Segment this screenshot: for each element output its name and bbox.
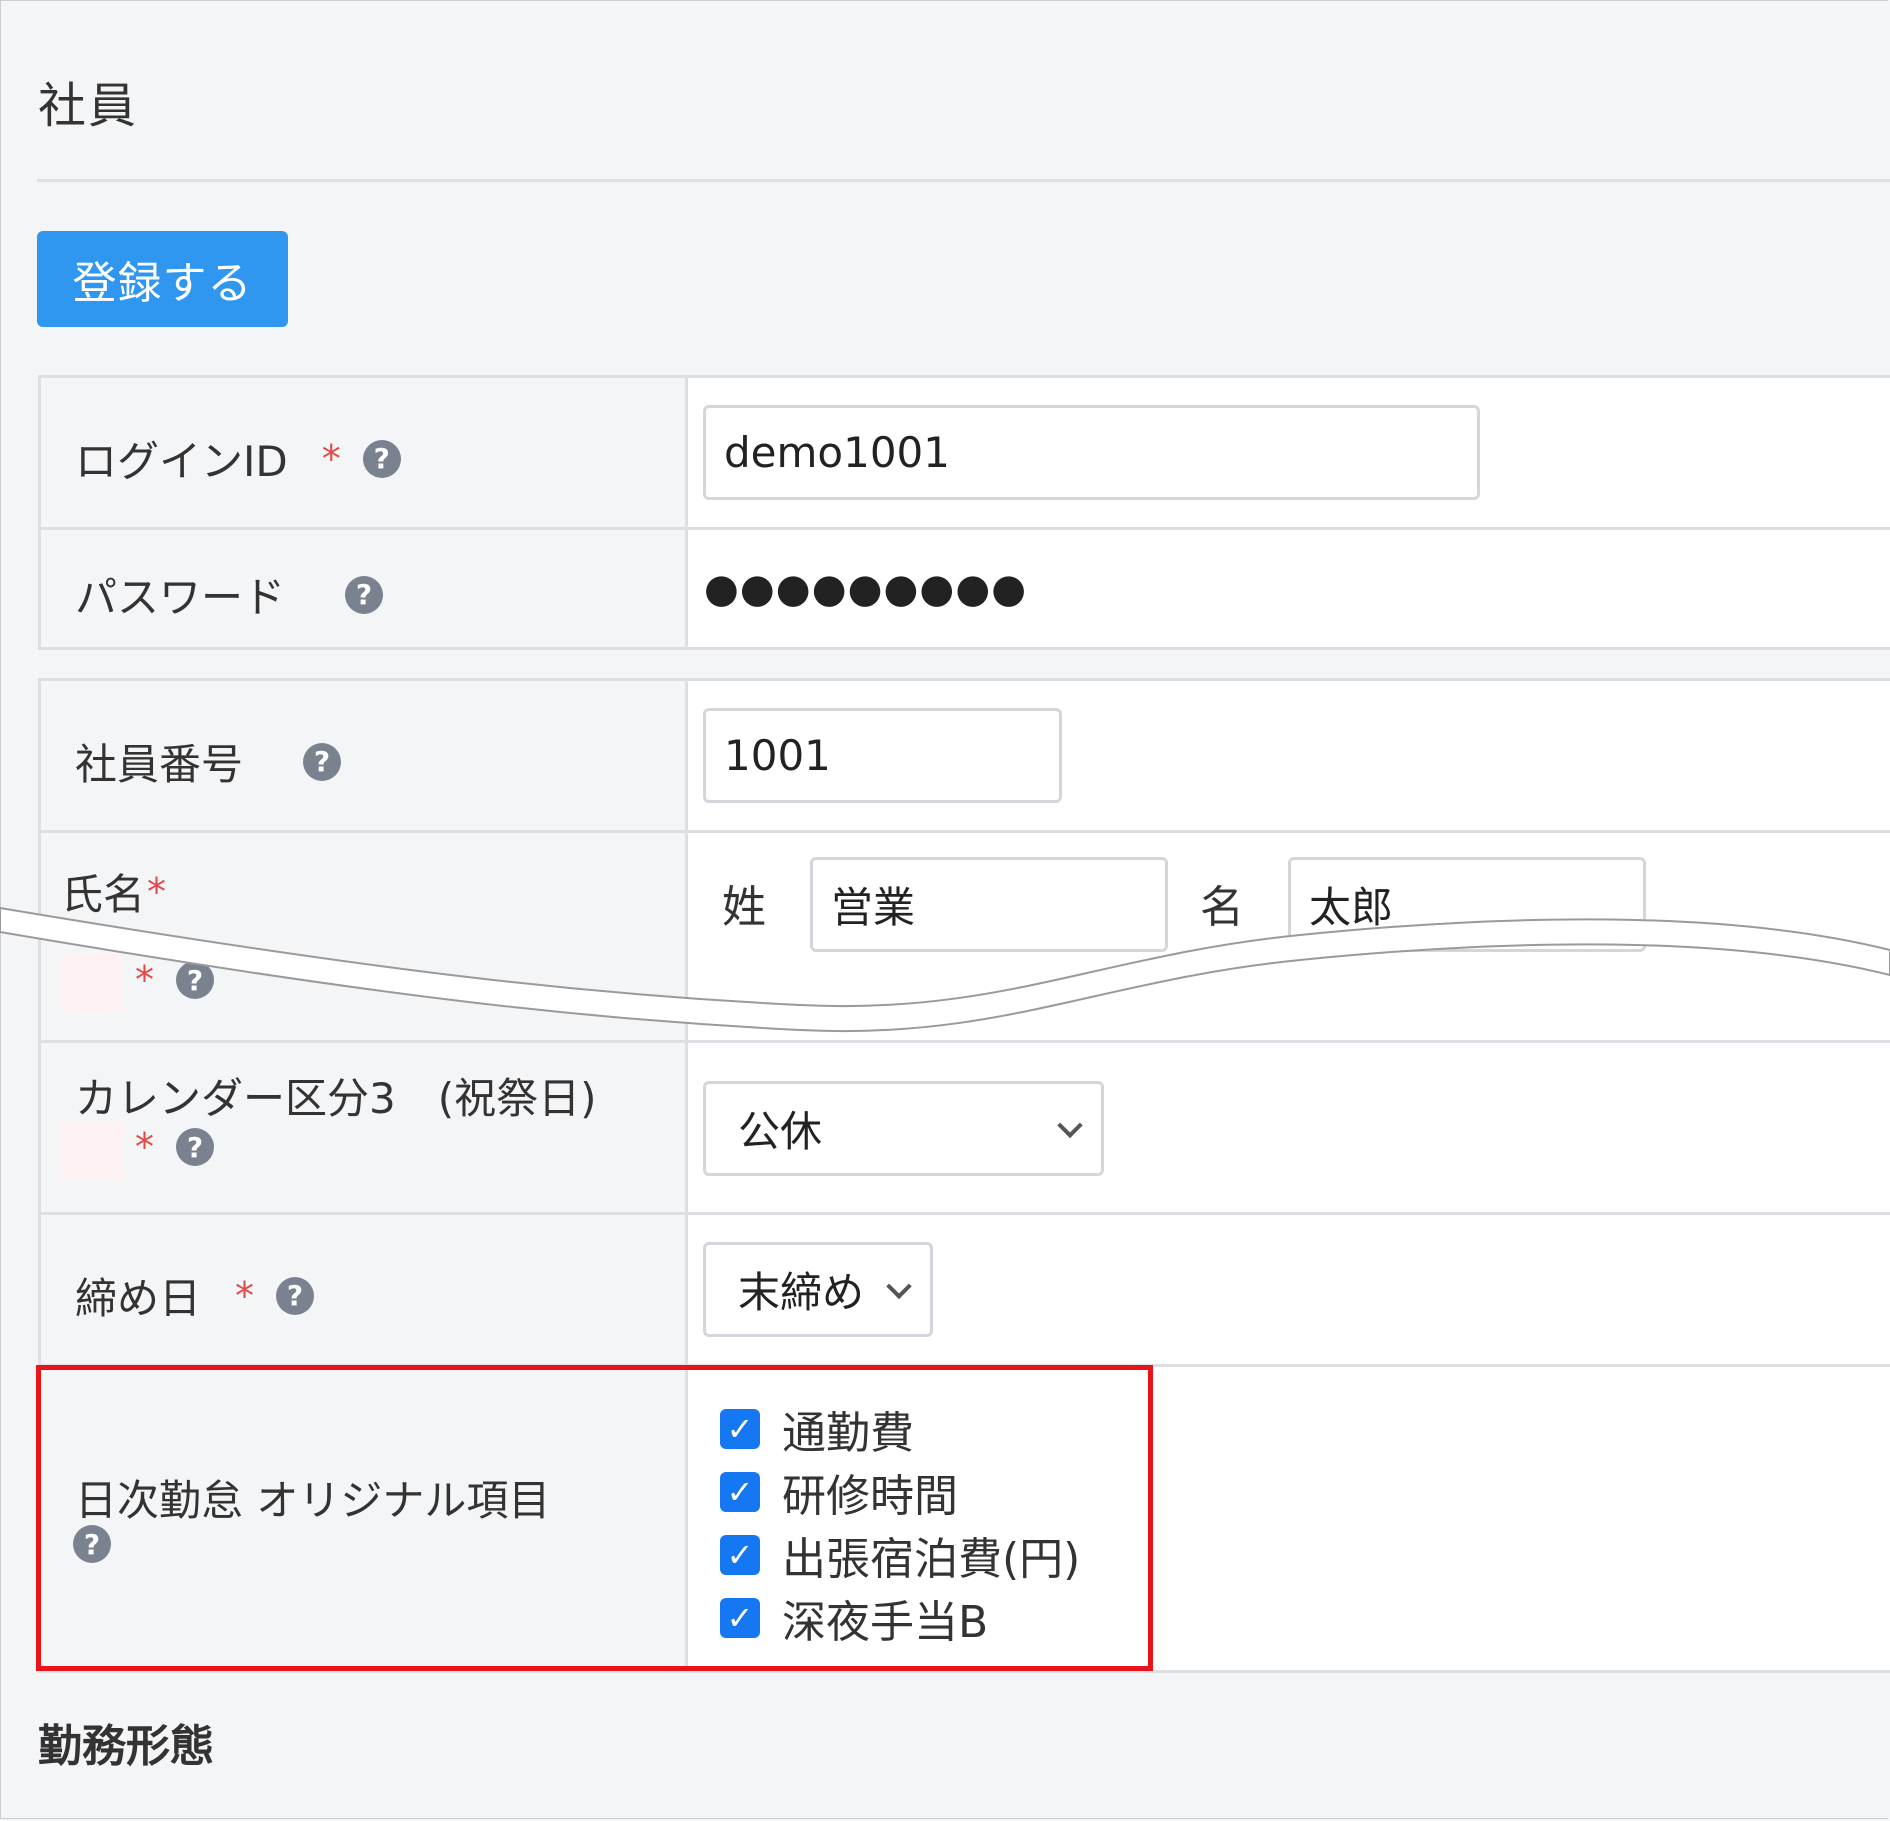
password-masked-value: ●●●●●●●●● (704, 566, 1028, 612)
closing-select[interactable]: 末締め (703, 1242, 933, 1337)
help-icon[interactable]: ? (176, 1128, 214, 1166)
closing-select-value: 末締め (738, 1268, 865, 1317)
calendar-label: カレンダー区分3 (祝祭日) (75, 1074, 597, 1123)
checkbox-checked-icon[interactable]: ✓ (720, 1534, 760, 1575)
closing-value-cell: 末締め (685, 1212, 1890, 1367)
password-label: パスワード (75, 573, 286, 622)
daily-items-label: 日次勤怠 オリジナル項目 (75, 1476, 551, 1525)
daily-items-value-cell: ✓ 通勤費 ✓ 研修時間 ✓ 出張宿泊費(円) ✓ 深夜手当B (685, 1364, 1890, 1673)
login-id-value-cell: demo1001 (685, 375, 1890, 530)
employee-number-label-cell: 社員番号 ? (38, 678, 687, 833)
password-label-cell: パスワード ? (38, 527, 687, 650)
calendar-value-cell: 公休 (685, 1040, 1890, 1215)
help-icon[interactable]: ? (73, 1525, 111, 1563)
calendar-select[interactable]: 公休 (703, 1081, 1104, 1176)
calendar-select-value: 公休 (738, 1107, 823, 1156)
calendar-label-cell: カレンダー区分3 (祝祭日) * ? (38, 1040, 687, 1215)
closing-label: 締め日 (75, 1274, 202, 1323)
required-mark: * (235, 1273, 255, 1318)
checkbox-label: 研修時間 (782, 1470, 958, 1522)
required-highlight-box (61, 1121, 123, 1179)
checkbox-item-commute[interactable]: ✓ 通勤費 (720, 1397, 1080, 1460)
login-id-label-cell: ログインID * ? (38, 375, 687, 530)
checkbox-label: 通勤費 (782, 1407, 914, 1459)
checkbox-label: 深夜手当B (782, 1596, 989, 1648)
employee-number-input[interactable]: 1001 (703, 708, 1062, 803)
help-icon[interactable]: ? (345, 575, 384, 614)
login-id-label: ログインID (75, 437, 288, 486)
chevron-down-icon (886, 1273, 912, 1299)
checkbox-item-training[interactable]: ✓ 研修時間 (720, 1460, 1080, 1523)
daily-items-checkbox-list: ✓ 通勤費 ✓ 研修時間 ✓ 出張宿泊費(円) ✓ 深夜手当B (720, 1397, 1080, 1649)
wave-cut-separator (0, 906, 1890, 1033)
checkbox-label: 出張宿泊費(円) (782, 1533, 1081, 1585)
checkbox-item-lodging[interactable]: ✓ 出張宿泊費(円) (720, 1523, 1080, 1586)
password-value-cell: ●●●●●●●●● (685, 527, 1890, 650)
help-icon[interactable]: ? (303, 742, 342, 781)
register-button[interactable]: 登録する (37, 231, 288, 327)
daily-items-label-cell: 日次勤怠 オリジナル項目 ? (38, 1364, 687, 1673)
checkbox-checked-icon[interactable]: ✓ (720, 1471, 760, 1512)
required-mark: * (135, 1125, 154, 1169)
chevron-down-icon (1057, 1112, 1083, 1138)
checkbox-item-night-allowance[interactable]: ✓ 深夜手当B (720, 1586, 1080, 1649)
employee-table: 社員番号 ? 1001 氏名 * * ? 姓 営業 名 太郎 カレンダー区分3 … (38, 678, 1890, 1673)
required-mark: * (321, 436, 341, 481)
help-icon[interactable]: ? (362, 439, 401, 478)
checkbox-checked-icon[interactable]: ✓ (720, 1597, 760, 1638)
help-icon[interactable]: ? (276, 1276, 315, 1315)
login-table: ログインID * ? demo1001 パスワード ? ●●●●●●●●● (38, 375, 1890, 650)
login-id-input[interactable]: demo1001 (703, 405, 1480, 500)
page-title: 社員 (38, 78, 139, 134)
section-title: 勤務形態 (38, 1721, 214, 1772)
employee-number-label: 社員番号 (75, 740, 244, 789)
employee-number-value-cell: 1001 (685, 678, 1890, 833)
title-divider (37, 179, 1890, 182)
checkbox-checked-icon[interactable]: ✓ (720, 1408, 760, 1449)
closing-label-cell: 締め日 * ? (38, 1212, 687, 1367)
